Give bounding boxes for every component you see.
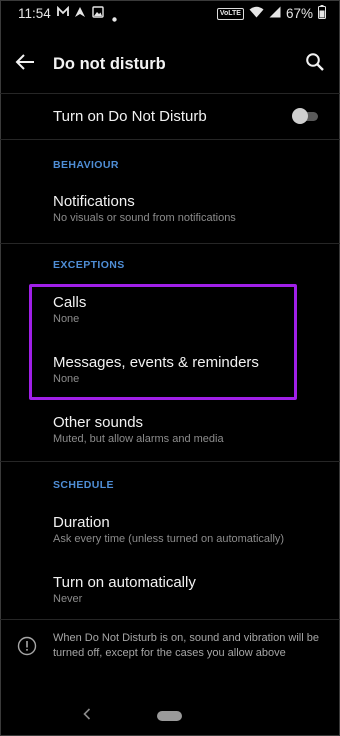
other-sounds-subtitle: Muted, but allow alarms and media: [53, 433, 224, 445]
other-sounds-title: Other sounds: [53, 414, 144, 431]
nav-back-button[interactable]: [80, 706, 94, 726]
status-time: 11:54: [18, 6, 51, 21]
dot-icon: [112, 10, 117, 25]
other-sounds-row[interactable]: Other sounds Muted, but allow alarms and…: [0, 403, 340, 457]
section-divider: [0, 461, 340, 462]
dnd-toggle-label: Turn on Do Not Disturb: [53, 108, 207, 125]
search-icon: [305, 52, 325, 77]
turn-on-automatically-title: Turn on automatically: [53, 574, 196, 591]
battery-icon: [318, 5, 326, 22]
photos-icon: [92, 6, 104, 21]
duration-row[interactable]: Duration Ask every time (unless turned o…: [0, 503, 340, 557]
section-header-behaviour: BEHAVIOUR: [53, 159, 119, 171]
gmail-icon: [57, 5, 69, 21]
section-divider: [0, 139, 340, 140]
dnd-info-text: When Do Not Disturb is on, sound and vib…: [53, 632, 319, 659]
highlight-box: [29, 284, 297, 400]
page-title: Do not disturb: [53, 55, 166, 73]
back-button[interactable]: [10, 50, 40, 78]
app-toolbar: Do not disturb: [0, 36, 340, 92]
notifications-row[interactable]: Notifications No visuals or sound from n…: [0, 182, 340, 232]
status-right-group: VoLTE 67%: [216, 5, 326, 22]
turn-on-automatically-row[interactable]: Turn on automatically Never: [0, 563, 340, 617]
system-nav-bar: [0, 700, 340, 736]
section-divider: [0, 243, 340, 244]
section-header-exceptions: EXCEPTIONS: [53, 259, 125, 271]
dnd-toggle-row[interactable]: Turn on Do Not Disturb: [0, 94, 340, 138]
info-icon: [17, 636, 37, 656]
duration-title: Duration: [53, 514, 110, 531]
notifications-subtitle: No visuals or sound from notifications: [53, 212, 236, 224]
toggle-thumb: [292, 108, 308, 124]
section-header-schedule: SCHEDULE: [53, 479, 114, 491]
signal-icon: [269, 6, 281, 21]
section-divider: [0, 619, 340, 620]
chevron-left-icon: [83, 707, 91, 725]
dnd-toggle-switch[interactable]: [292, 108, 320, 124]
navigation-icon: [74, 6, 86, 21]
notifications-title: Notifications: [53, 193, 135, 210]
nav-home-pill[interactable]: [157, 711, 182, 721]
wifi-icon: [249, 6, 264, 21]
status-bar: 11:54 VoLTE 67%: [0, 0, 340, 28]
search-button[interactable]: [300, 50, 330, 78]
battery-percent: 67%: [285, 6, 313, 21]
duration-subtitle: Ask every time (unless turned on automat…: [53, 533, 285, 545]
arrow-back-icon: [15, 53, 35, 76]
turn-on-automatically-subtitle: Never: [53, 593, 83, 605]
volte-badge: VoLTE: [216, 7, 244, 20]
